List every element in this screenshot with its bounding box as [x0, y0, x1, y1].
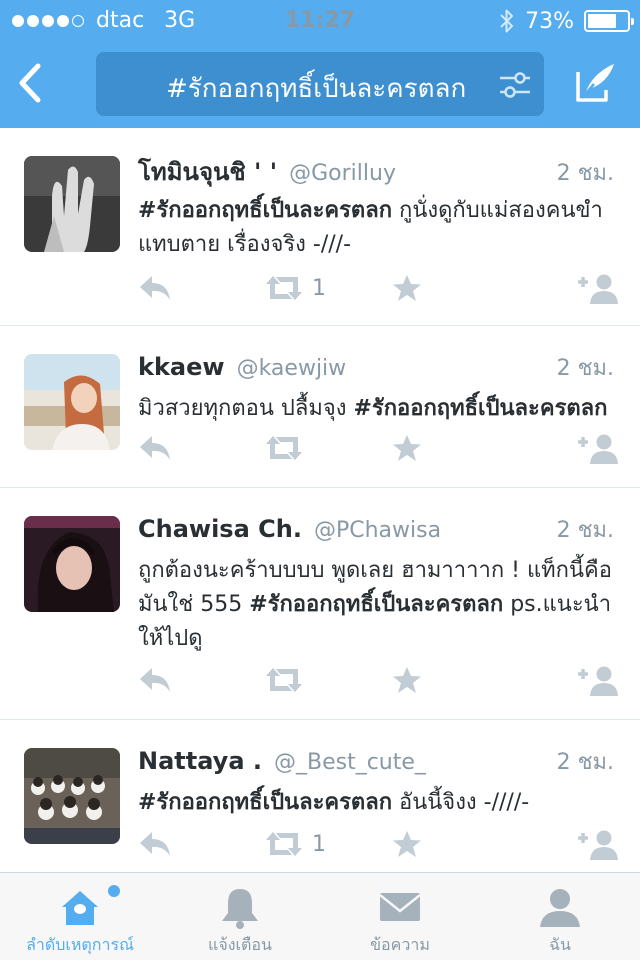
tweet-text: ถูกต้องนะคร้าบบบบ พูดเลย ฮามาาาาก ! แท็ก…	[138, 554, 616, 656]
favorite-button[interactable]	[392, 430, 422, 466]
reply-button[interactable]	[138, 662, 172, 698]
star-icon	[393, 831, 421, 857]
display-name[interactable]: โทมินจุนชิ ' '	[138, 152, 277, 191]
retweet-count: 1	[312, 275, 326, 301]
favorite-button[interactable]	[392, 270, 422, 306]
retweet-button[interactable]	[264, 430, 312, 466]
reply-icon	[140, 436, 170, 460]
retweet-icon	[266, 436, 302, 460]
hashtag-link[interactable]: #รักออกฤทธิ์เป็นละครตลก	[138, 198, 392, 223]
top-bar: dtac 3G 11:27 73% #รักออกฤทธิ์เป็นละครตล…	[0, 0, 640, 128]
reply-button[interactable]	[138, 270, 172, 306]
tweet-item[interactable]: Nattaya . @_Best_cute_ 2 ชม. #รักออกฤทธิ…	[0, 720, 640, 872]
hashtag-link[interactable]: #รักออกฤทธิ์เป็นละครตลก	[138, 790, 392, 815]
tweet-body: มิวสวยทุกตอน ปลื้มจุง	[138, 396, 354, 421]
tweet-header: Nattaya . @_Best_cute_ 2 ชม.	[138, 744, 614, 780]
follow-button[interactable]	[576, 270, 620, 306]
star-icon	[393, 275, 421, 301]
home-icon	[62, 891, 98, 925]
avatar[interactable]	[24, 748, 120, 844]
retweet-icon	[266, 276, 302, 300]
retweet-button[interactable]: 1	[264, 826, 326, 862]
username[interactable]: @PChawisa	[314, 518, 441, 543]
add-user-icon	[578, 830, 618, 860]
tweet-text: #รักออกฤทธิ์เป็นละครตลก กูนั่งดูกับแม่สอ…	[138, 194, 616, 262]
tab-messages-label: ข้อความ	[370, 935, 430, 954]
star-icon	[393, 435, 421, 461]
star-icon	[393, 667, 421, 693]
tweet-actions	[138, 662, 620, 698]
username[interactable]: @kaewjiw	[237, 356, 347, 381]
retweet-icon	[266, 832, 302, 856]
avatar[interactable]	[24, 354, 120, 450]
display-name[interactable]: kkaew	[138, 353, 225, 381]
compose-tweet-icon[interactable]	[572, 60, 618, 106]
tab-notifications-label: แจ้งเตือน	[208, 935, 272, 954]
user-icon	[540, 889, 580, 927]
display-name[interactable]: Chawisa Ch.	[138, 515, 302, 543]
new-items-dot	[108, 885, 120, 897]
add-user-icon	[578, 274, 618, 304]
reply-icon	[140, 276, 170, 300]
tab-bar: ลำดับเหตุการณ์ แจ้งเตือน ข้อความ ฉัน	[0, 872, 640, 960]
back-chevron-icon[interactable]	[14, 62, 48, 104]
reply-icon	[140, 668, 170, 692]
retweet-button[interactable]	[264, 662, 312, 698]
envelope-icon	[379, 893, 421, 921]
battery-percent: 73%	[525, 8, 574, 34]
add-user-icon	[578, 434, 618, 464]
tab-me[interactable]: ฉัน	[480, 873, 640, 960]
favorite-button[interactable]	[392, 826, 422, 862]
bluetooth-icon	[500, 9, 514, 33]
avatar[interactable]	[24, 516, 120, 612]
tweet-time: 2 ชม.	[556, 161, 614, 186]
favorite-button[interactable]	[392, 662, 422, 698]
avatar[interactable]	[24, 156, 120, 252]
reply-button[interactable]	[138, 826, 172, 862]
status-right: 73%	[499, 8, 634, 34]
search-results-timeline[interactable]: โทมินจุนชิ ' ' @Gorilluy 2 ชม. #รักออกฤท…	[0, 128, 640, 872]
tab-home[interactable]: ลำดับเหตุการณ์	[0, 873, 160, 960]
tweet-time: 2 ชม.	[556, 356, 614, 381]
bell-icon	[222, 889, 258, 929]
tab-notifications[interactable]: แจ้งเตือน	[160, 873, 320, 960]
tab-me-label: ฉัน	[549, 935, 571, 954]
follow-button[interactable]	[576, 662, 620, 698]
username[interactable]: @_Best_cute_	[274, 750, 426, 775]
retweet-count: 1	[312, 831, 326, 857]
tweet-item[interactable]: โทมินจุนชิ ' ' @Gorilluy 2 ชม. #รักออกฤท…	[0, 128, 640, 326]
follow-button[interactable]	[576, 826, 620, 862]
reply-button[interactable]	[138, 430, 172, 466]
add-user-icon	[578, 666, 618, 696]
filter-sliders-icon[interactable]	[498, 68, 532, 102]
retweet-button[interactable]: 1	[264, 270, 326, 306]
tweet-time: 2 ชม.	[556, 518, 614, 543]
tweet-header: โทมินจุนชิ ' ' @Gorilluy 2 ชม.	[138, 152, 614, 188]
tweet-text: มิวสวยทุกตอน ปลื้มจุง #รักออกฤทธิ์เป็นละ…	[138, 392, 616, 426]
tweet-actions: 1	[138, 826, 620, 862]
tab-home-label: ลำดับเหตุการณ์	[26, 935, 134, 954]
tweet-actions	[138, 430, 620, 466]
search-query[interactable]: #รักออกฤทธิ์เป็นละครตลก	[166, 68, 474, 109]
tweet-item[interactable]: kkaew @kaewjiw 2 ชม. มิวสวยทุกตอน ปลื้มจ…	[0, 326, 640, 488]
search-bar[interactable]: #รักออกฤทธิ์เป็นละครตลก	[96, 52, 544, 116]
battery-icon	[584, 10, 634, 32]
reply-icon	[140, 832, 170, 856]
tweet-item[interactable]: Chawisa Ch. @PChawisa 2 ชม. ถูกต้องนะคร้…	[0, 488, 640, 720]
hashtag-link[interactable]: #รักออกฤทธิ์เป็นละครตลก	[353, 396, 607, 421]
display-name[interactable]: Nattaya .	[138, 747, 262, 775]
tweet-body: อันนี้จิงง -////-	[392, 790, 530, 815]
username[interactable]: @Gorilluy	[289, 161, 396, 186]
tweet-header: Chawisa Ch. @PChawisa 2 ชม.	[138, 512, 614, 548]
tweet-header: kkaew @kaewjiw 2 ชม.	[138, 350, 614, 386]
follow-button[interactable]	[576, 430, 620, 466]
hashtag-link[interactable]: #รักออกฤทธิ์เป็นละครตลก	[249, 592, 503, 617]
retweet-icon	[266, 668, 302, 692]
tweet-actions: 1	[138, 270, 620, 306]
tweet-text: #รักออกฤทธิ์เป็นละครตลก อันนี้จิงง -////…	[138, 786, 616, 820]
status-bar: dtac 3G 11:27 73%	[0, 0, 640, 40]
tweet-time: 2 ชม.	[556, 750, 614, 775]
tab-messages[interactable]: ข้อความ	[320, 873, 480, 960]
